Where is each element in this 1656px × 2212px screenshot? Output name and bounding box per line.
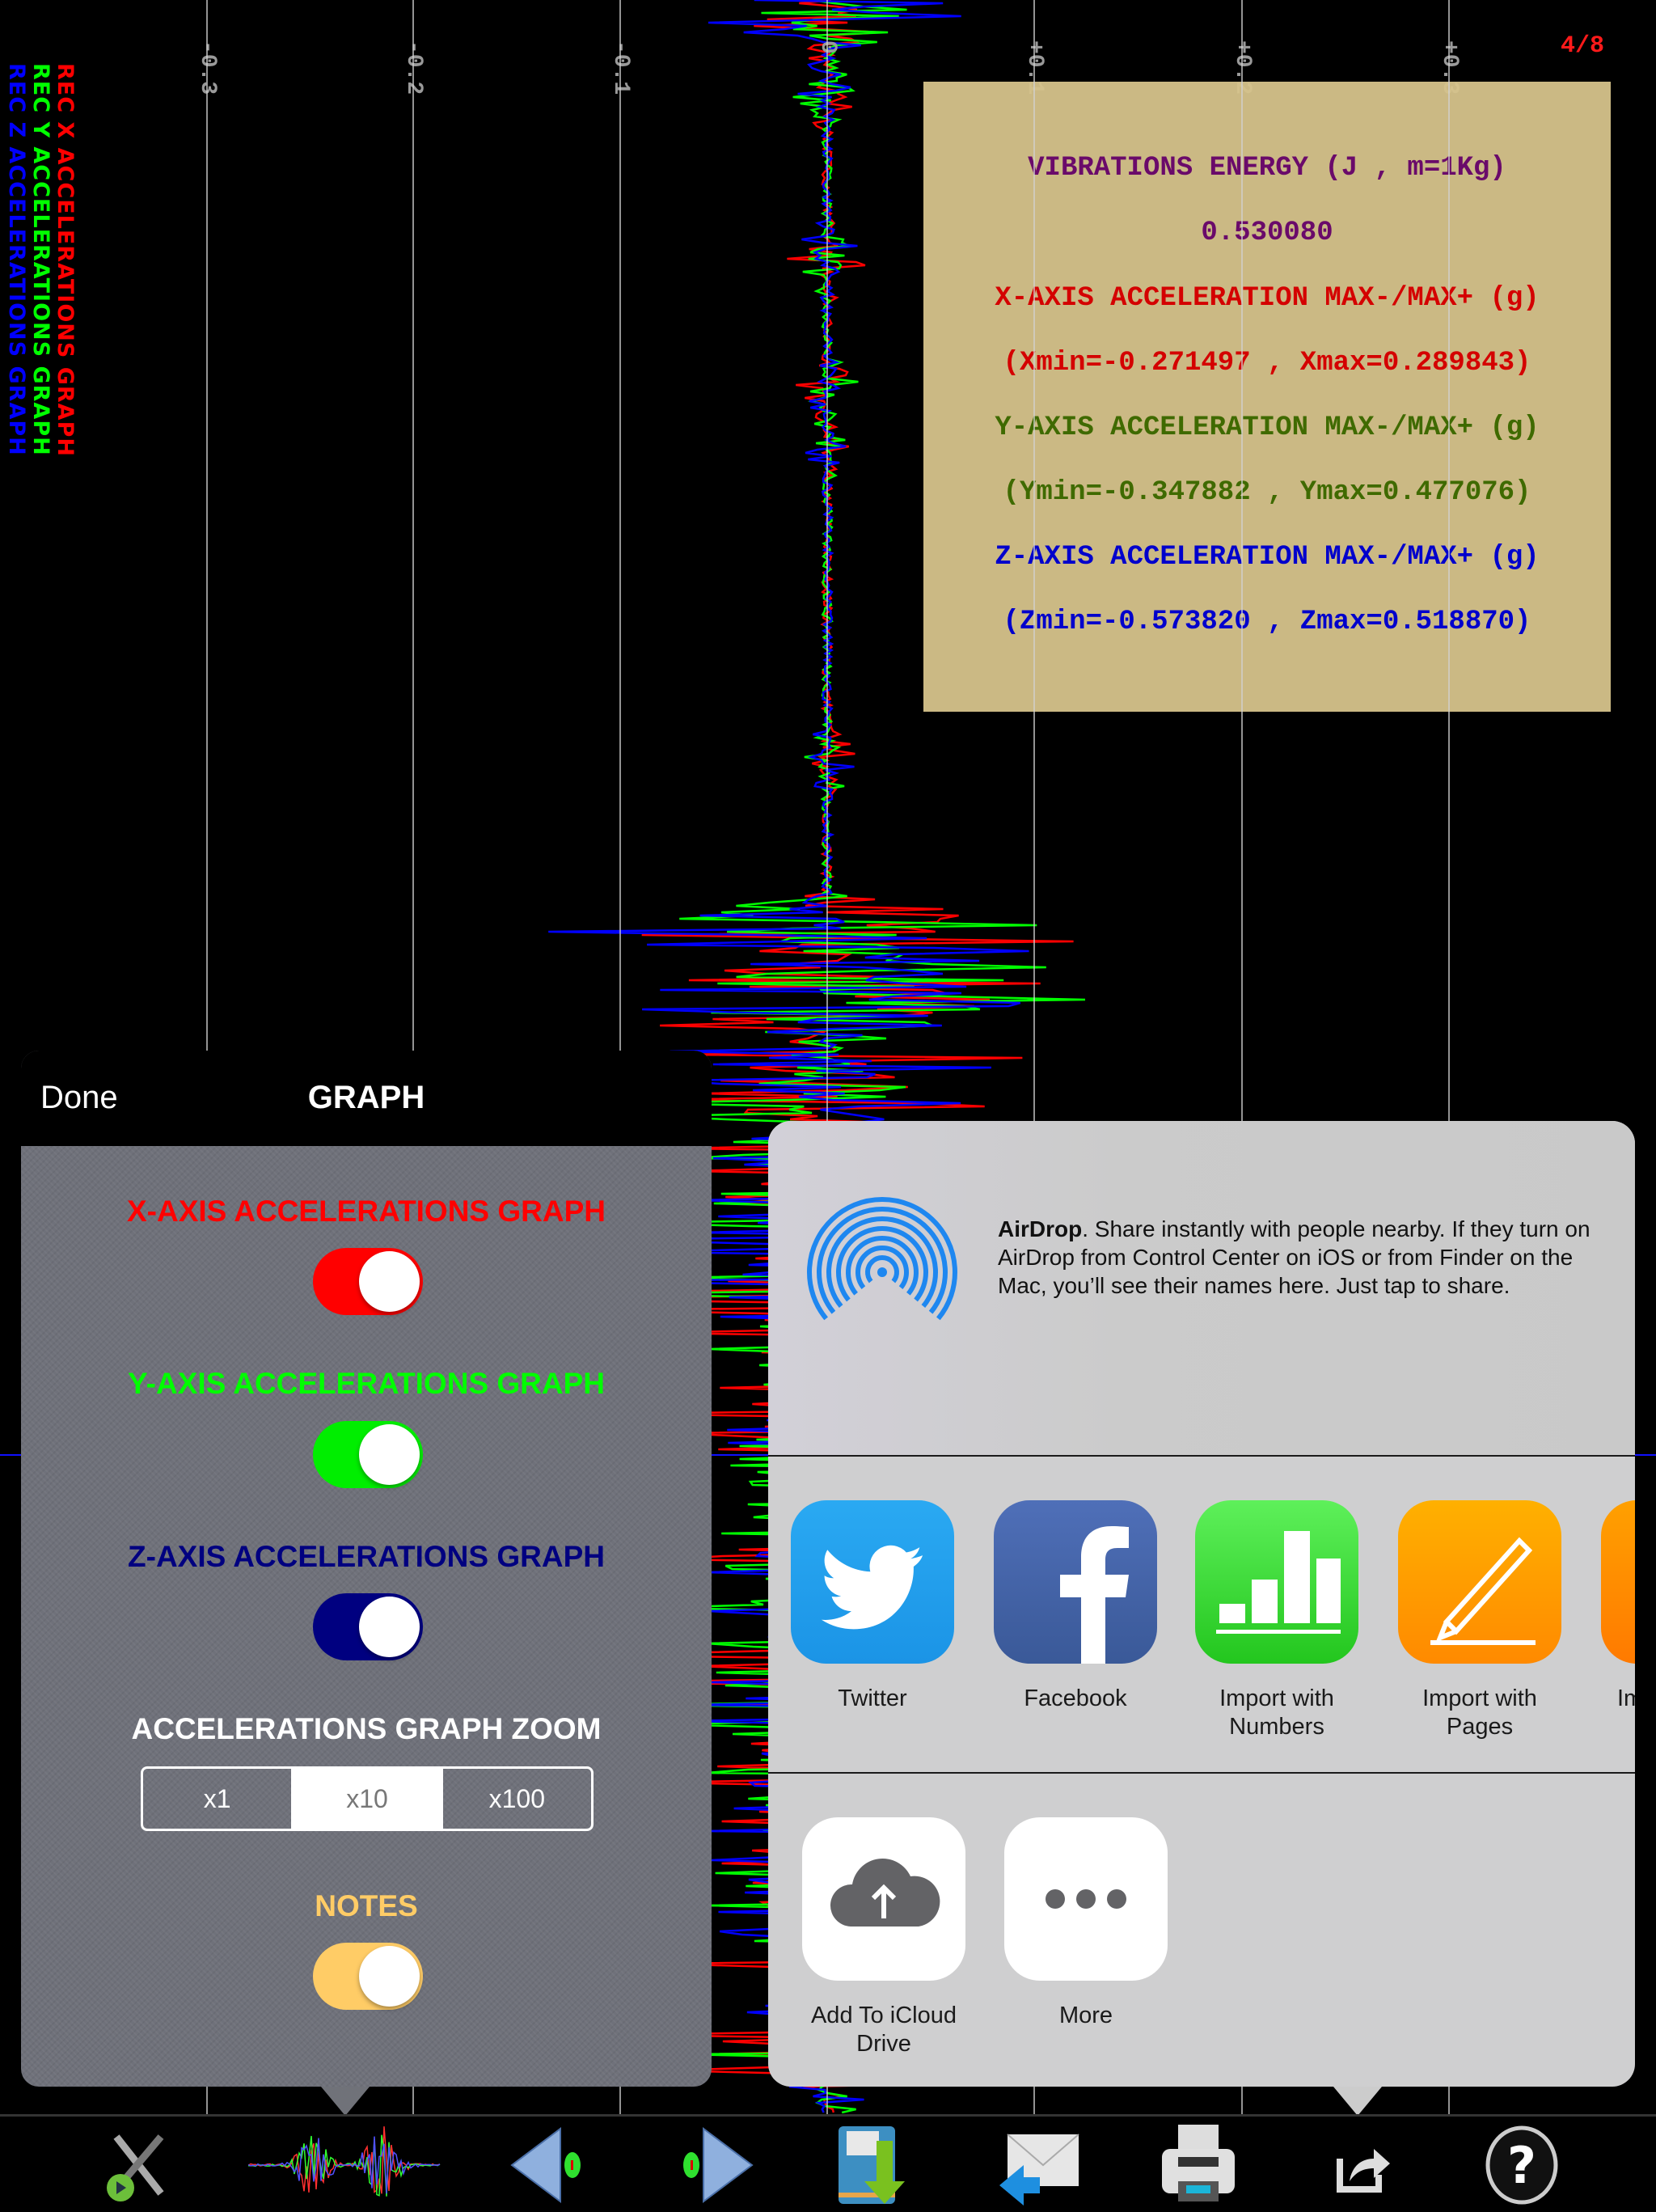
share-keynote[interactable]: Im xyxy=(1601,1500,1635,1713)
energy-title: VIBRATIONS ENERGY (J , m=1Kg) xyxy=(1028,153,1506,184)
notes-toggle[interactable] xyxy=(313,1943,423,2010)
previous-icon[interactable] xyxy=(508,2125,597,2206)
save-icon[interactable] xyxy=(832,2125,921,2206)
toggle-knob xyxy=(359,1424,420,1485)
zoom-segmented-control: x1 x10 x100 xyxy=(141,1766,594,1831)
z-axis-toggle[interactable] xyxy=(313,1593,423,1660)
x-axis-toggle-label: X-AXIS ACCELERATIONS GRAPH xyxy=(126,1195,606,1228)
share-import-pages[interactable]: Import with Pages xyxy=(1398,1500,1561,1741)
bottom-toolbar: ? xyxy=(0,2114,1656,2212)
action-label: More xyxy=(1058,2003,1113,2028)
graph-settings-popover: Done GRAPH X-AXIS ACCELERATIONS GRAPH Y-… xyxy=(21,1051,712,2087)
more-icon xyxy=(1004,1817,1168,1981)
share-facebook[interactable]: Facebook xyxy=(994,1500,1157,1713)
zoom-x1[interactable]: x1 xyxy=(143,1769,294,1829)
toggle-knob xyxy=(359,1597,420,1657)
x-axis-values: (Xmin=-0.271497 , Xmax=0.289843) xyxy=(1003,348,1531,379)
next-icon[interactable] xyxy=(667,2125,756,2206)
zoom-x10[interactable]: x10 xyxy=(293,1769,443,1829)
airdrop-title: AirDrop xyxy=(998,1216,1083,1241)
pages-icon xyxy=(1398,1500,1561,1664)
zoom-x100[interactable]: x100 xyxy=(443,1769,591,1829)
keynote-icon xyxy=(1601,1500,1635,1664)
x-axis-toggle[interactable] xyxy=(313,1248,423,1315)
facebook-icon xyxy=(994,1500,1157,1664)
twitter-icon xyxy=(791,1500,954,1664)
app-label: Twitter xyxy=(838,1685,907,1711)
toggle-knob xyxy=(359,1946,420,2007)
airdrop-body: . Share instantly with people nearby. If… xyxy=(998,1216,1591,1298)
z-axis-title: Z-AXIS ACCELERATION MAX-/MAX+ (g) xyxy=(995,542,1540,573)
settings-tools-icon[interactable] xyxy=(92,2125,181,2206)
page-indicator: 4/8 xyxy=(1561,32,1605,60)
legend-x: REC X ACCELERATIONS GRAPH xyxy=(53,63,78,457)
axis-tick-label: 0 xyxy=(815,40,840,54)
z-axis-values: (Zmin=-0.573820 , Zmax=0.518870) xyxy=(1003,607,1531,637)
vibration-stats-panel: VIBRATIONS ENERGY (J , m=1Kg) 0.530080 X… xyxy=(923,82,1611,712)
popover-title: GRAPH xyxy=(307,1080,425,1115)
action-label: Add To iCloud Drive xyxy=(810,2003,957,2057)
graph-waveform-icon[interactable] xyxy=(248,2125,442,2206)
svg-text:?: ? xyxy=(1507,2136,1536,2195)
action-more[interactable]: More xyxy=(1004,1817,1168,2030)
y-axis-values: (Ymin=-0.347882 , Ymax=0.477076) xyxy=(1003,477,1531,508)
help-icon[interactable]: ? xyxy=(1477,2125,1566,2206)
legend-z: REC Z ACCELERATIONS GRAPH xyxy=(4,63,29,456)
axis-tick-label: -0.2 xyxy=(401,40,426,95)
y-axis-title: Y-AXIS ACCELERATION MAX-/MAX+ (g) xyxy=(995,412,1540,443)
divider xyxy=(768,1455,1635,1457)
app-label: Im xyxy=(1617,1685,1635,1711)
airdrop-section[interactable]: AirDrop. Share instantly with people nea… xyxy=(768,1121,1635,1455)
airdrop-description: AirDrop. Share instantly with people nea… xyxy=(998,1215,1596,1300)
share-import-numbers[interactable]: Import with Numbers xyxy=(1195,1500,1358,1741)
share-twitter[interactable]: Twitter xyxy=(791,1500,954,1713)
notes-toggle-label: NOTES xyxy=(315,1889,418,1922)
numbers-icon xyxy=(1195,1500,1358,1664)
app-label: Import with Numbers xyxy=(1219,1685,1334,1740)
print-icon[interactable] xyxy=(1154,2125,1243,2206)
z-axis-toggle-label: Z-AXIS ACCELERATIONS GRAPH xyxy=(128,1540,605,1573)
y-axis-toggle-label: Y-AXIS ACCELERATIONS GRAPH xyxy=(128,1367,605,1400)
mail-icon[interactable] xyxy=(995,2125,1084,2206)
toggle-knob xyxy=(359,1251,420,1312)
share-sheet: AirDrop. Share instantly with people nea… xyxy=(768,1121,1635,2087)
zoom-label: ACCELERATIONS GRAPH ZOOM xyxy=(131,1712,602,1745)
airdrop-icon xyxy=(807,1197,957,1321)
action-add-to-icloud-drive[interactable]: Add To iCloud Drive xyxy=(802,1817,965,2058)
axis-tick-label: -0.3 xyxy=(195,40,220,95)
share-sheet-arrow xyxy=(1333,2087,1382,2116)
popover-arrow xyxy=(321,2087,370,2116)
energy-value: 0.530080 xyxy=(1201,218,1333,248)
app-label: Facebook xyxy=(1024,1685,1127,1711)
legend-y: REC Y ACCELERATIONS GRAPH xyxy=(28,63,53,456)
x-axis-title: X-AXIS ACCELERATION MAX-/MAX+ (g) xyxy=(995,283,1540,314)
y-axis-toggle[interactable] xyxy=(313,1421,423,1488)
share-icon[interactable] xyxy=(1316,2125,1405,2206)
app-label: Import with Pages xyxy=(1422,1685,1537,1740)
divider xyxy=(768,1772,1635,1774)
axis-tick-label: -0.1 xyxy=(608,40,633,95)
popover-header: Done GRAPH xyxy=(21,1051,712,1146)
icloud-upload-icon xyxy=(802,1817,965,1981)
